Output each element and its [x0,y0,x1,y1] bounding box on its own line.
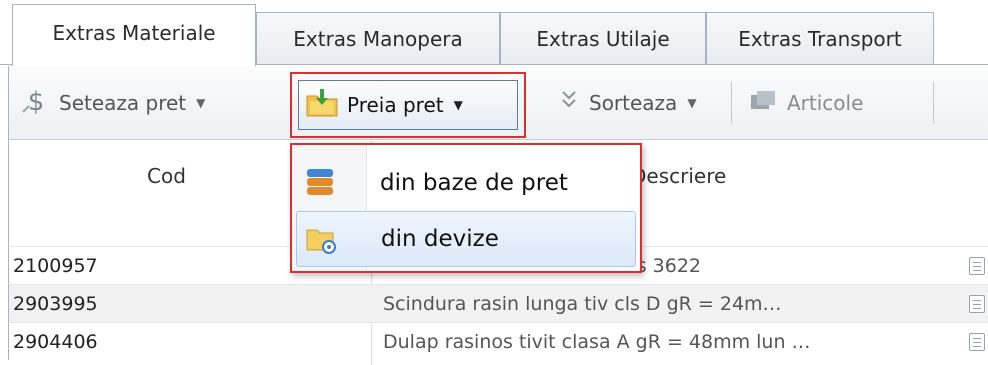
note-icon[interactable] [969,257,985,275]
cell-cod: 2100957 [13,255,98,277]
preia-pret-dropdown-menu: din baze de pret din devize [290,143,642,273]
tab-extras-materiale[interactable]: Extras Materiale [12,4,256,66]
dollar-icon: $ [21,86,51,121]
preia-pret-label: Preia pret [347,93,444,117]
sorteaza-button[interactable]: Sorteaza ▼ [557,80,697,126]
toolbar-separator [933,82,934,124]
menu-item-din-baze-de-pret[interactable]: din baze de pret [296,155,636,211]
column-header-descriere[interactable]: Descriere [631,164,726,188]
folder-download-icon [305,88,339,123]
articles-icon [749,89,779,118]
chevron-down-icon: ▼ [453,98,463,112]
tab-strip: Extras Materiale Extras Manopera Extras … [0,0,988,66]
articole-label: Articole [787,91,864,115]
seteaza-pret-button[interactable]: $ Seteaza pret ▼ [21,80,205,126]
cell-cod: 2903995 [13,293,98,315]
sort-icon [557,88,581,119]
preia-pret-highlight: Preia pret ▼ [290,72,526,138]
column-header-cod[interactable]: Cod [147,164,186,188]
chevron-down-icon: ▼ [196,96,206,110]
cell-cod: 2904406 [13,331,98,353]
tab-extras-transport[interactable]: Extras Transport [706,12,934,65]
cell-descriere: Scindura rasin lunga tiv cls D gR = 24m… [383,293,782,315]
tab-extras-utilaje[interactable]: Extras Utilaje [500,12,706,65]
preia-pret-button[interactable]: Preia pret ▼ [298,80,518,130]
menu-item-label: din baze de pret [380,170,568,196]
menu-item-din-devize[interactable]: din devize [296,211,636,267]
cell-descriere: Dulap rasinos tivit clasa A gR = 48mm lu… [383,331,811,353]
chevron-down-icon: ▼ [687,96,697,110]
database-icon [304,167,336,205]
note-icon[interactable] [969,333,985,351]
table-row[interactable]: 2904406 Dulap rasinos tivit clasa A gR =… [8,322,988,360]
note-icon[interactable] [969,295,985,313]
svg-text:$: $ [28,87,45,116]
tab-extras-manopera[interactable]: Extras Manopera [256,12,500,65]
seteaza-pret-label: Seteaza pret [59,91,187,115]
folder-search-icon [305,224,339,262]
articole-button[interactable]: Articole [749,80,863,126]
menu-item-label: din devize [381,226,499,252]
sorteaza-label: Sorteaza [589,91,678,115]
toolbar-separator [731,82,732,124]
table-row[interactable]: 2903995 Scindura rasin lunga tiv cls D g… [8,284,988,322]
